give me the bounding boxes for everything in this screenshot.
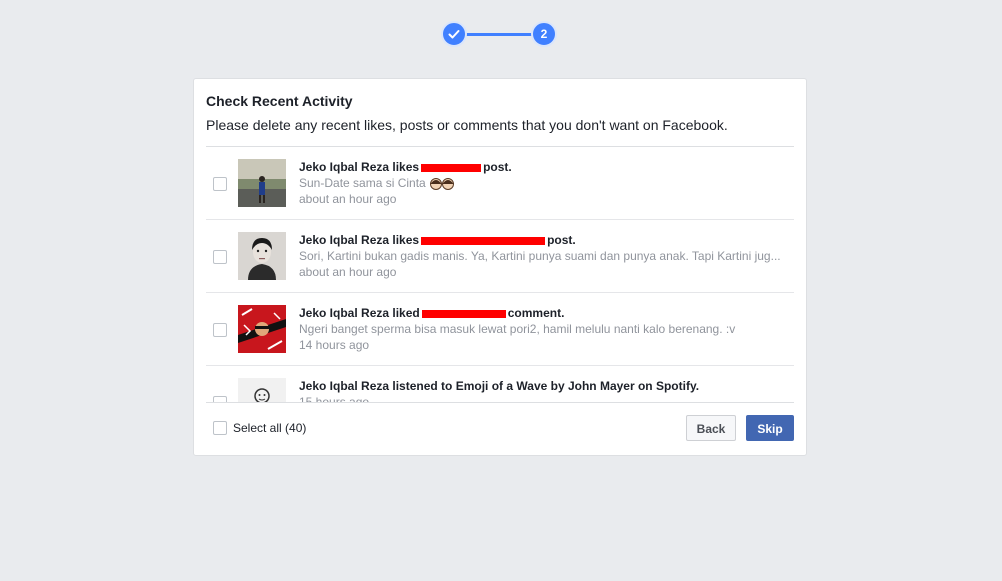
recent-activity-dialog: Check Recent Activity Please delete any …: [193, 78, 807, 456]
activity-detail-text: Sori, Kartini bukan gadis manis. Ya, Kar…: [299, 249, 781, 263]
activity-suffix-text: comment.: [507, 306, 565, 320]
activity-actor-text: Jeko Iqbal Reza likes: [299, 233, 420, 247]
people-emoji-icon: [430, 177, 455, 190]
checkmark-icon: [448, 30, 460, 39]
step-2-current: 2: [531, 21, 557, 47]
activity-time: 14 hours ago: [299, 338, 370, 352]
activity-list[interactable]: Jeko Iqbal Reza likes post. Sun-Date sama…: [206, 147, 794, 402]
divider: [206, 402, 794, 403]
progress-stepper: 2: [441, 21, 557, 47]
activity-item: Jeko Iqbal Reza listened to Emoji of a W…: [206, 366, 794, 402]
select-all-label[interactable]: Select all (40): [233, 421, 306, 435]
activity-time: 15 hours ago: [299, 395, 370, 402]
activity-actor-text: Jeko Iqbal Reza listened to Emoji of a W…: [299, 379, 700, 393]
activity-time: about an hour ago: [299, 192, 397, 206]
activity-item: Jeko Iqbal Reza likes post. Sori, Kartini…: [206, 220, 794, 293]
activity-checkbox[interactable]: [213, 250, 227, 264]
activity-thumbnail: [238, 159, 286, 207]
activity-thumbnail: [238, 232, 286, 280]
select-all-checkbox[interactable]: [213, 421, 227, 435]
activity-item: Jeko Iqbal Reza liked comment. Ngeri bang…: [206, 293, 794, 366]
dialog-subtitle: Please delete any recent likes, posts or…: [206, 117, 728, 133]
back-button[interactable]: Back: [686, 415, 736, 441]
activity-actor-text: Jeko Iqbal Reza liked: [299, 306, 420, 320]
activity-suffix-text: post.: [547, 233, 576, 247]
activity-item: Jeko Iqbal Reza likes post. Sun-Date sama…: [206, 147, 794, 220]
activity-thumbnail: [238, 305, 286, 353]
redaction-mark: [421, 236, 546, 245]
stepper-connector: [465, 33, 533, 36]
activity-time: about an hour ago: [299, 265, 397, 279]
activity-thumbnail: [238, 378, 286, 402]
redaction-mark: [421, 309, 506, 318]
dialog-title: Check Recent Activity: [206, 93, 353, 109]
skip-button[interactable]: Skip: [746, 415, 794, 441]
activity-checkbox[interactable]: [213, 323, 227, 337]
activity-suffix-text: post.: [483, 160, 512, 174]
activity-checkbox[interactable]: [213, 177, 227, 191]
activity-actor-text: Jeko Iqbal Reza likes: [299, 160, 420, 174]
activity-detail-text: Ngeri banget sperma bisa masuk lewat por…: [299, 322, 736, 336]
redaction-mark: [421, 163, 482, 172]
step-1-complete: [441, 21, 467, 47]
activity-detail-text: Sun-Date sama si Cinta: [299, 176, 426, 190]
